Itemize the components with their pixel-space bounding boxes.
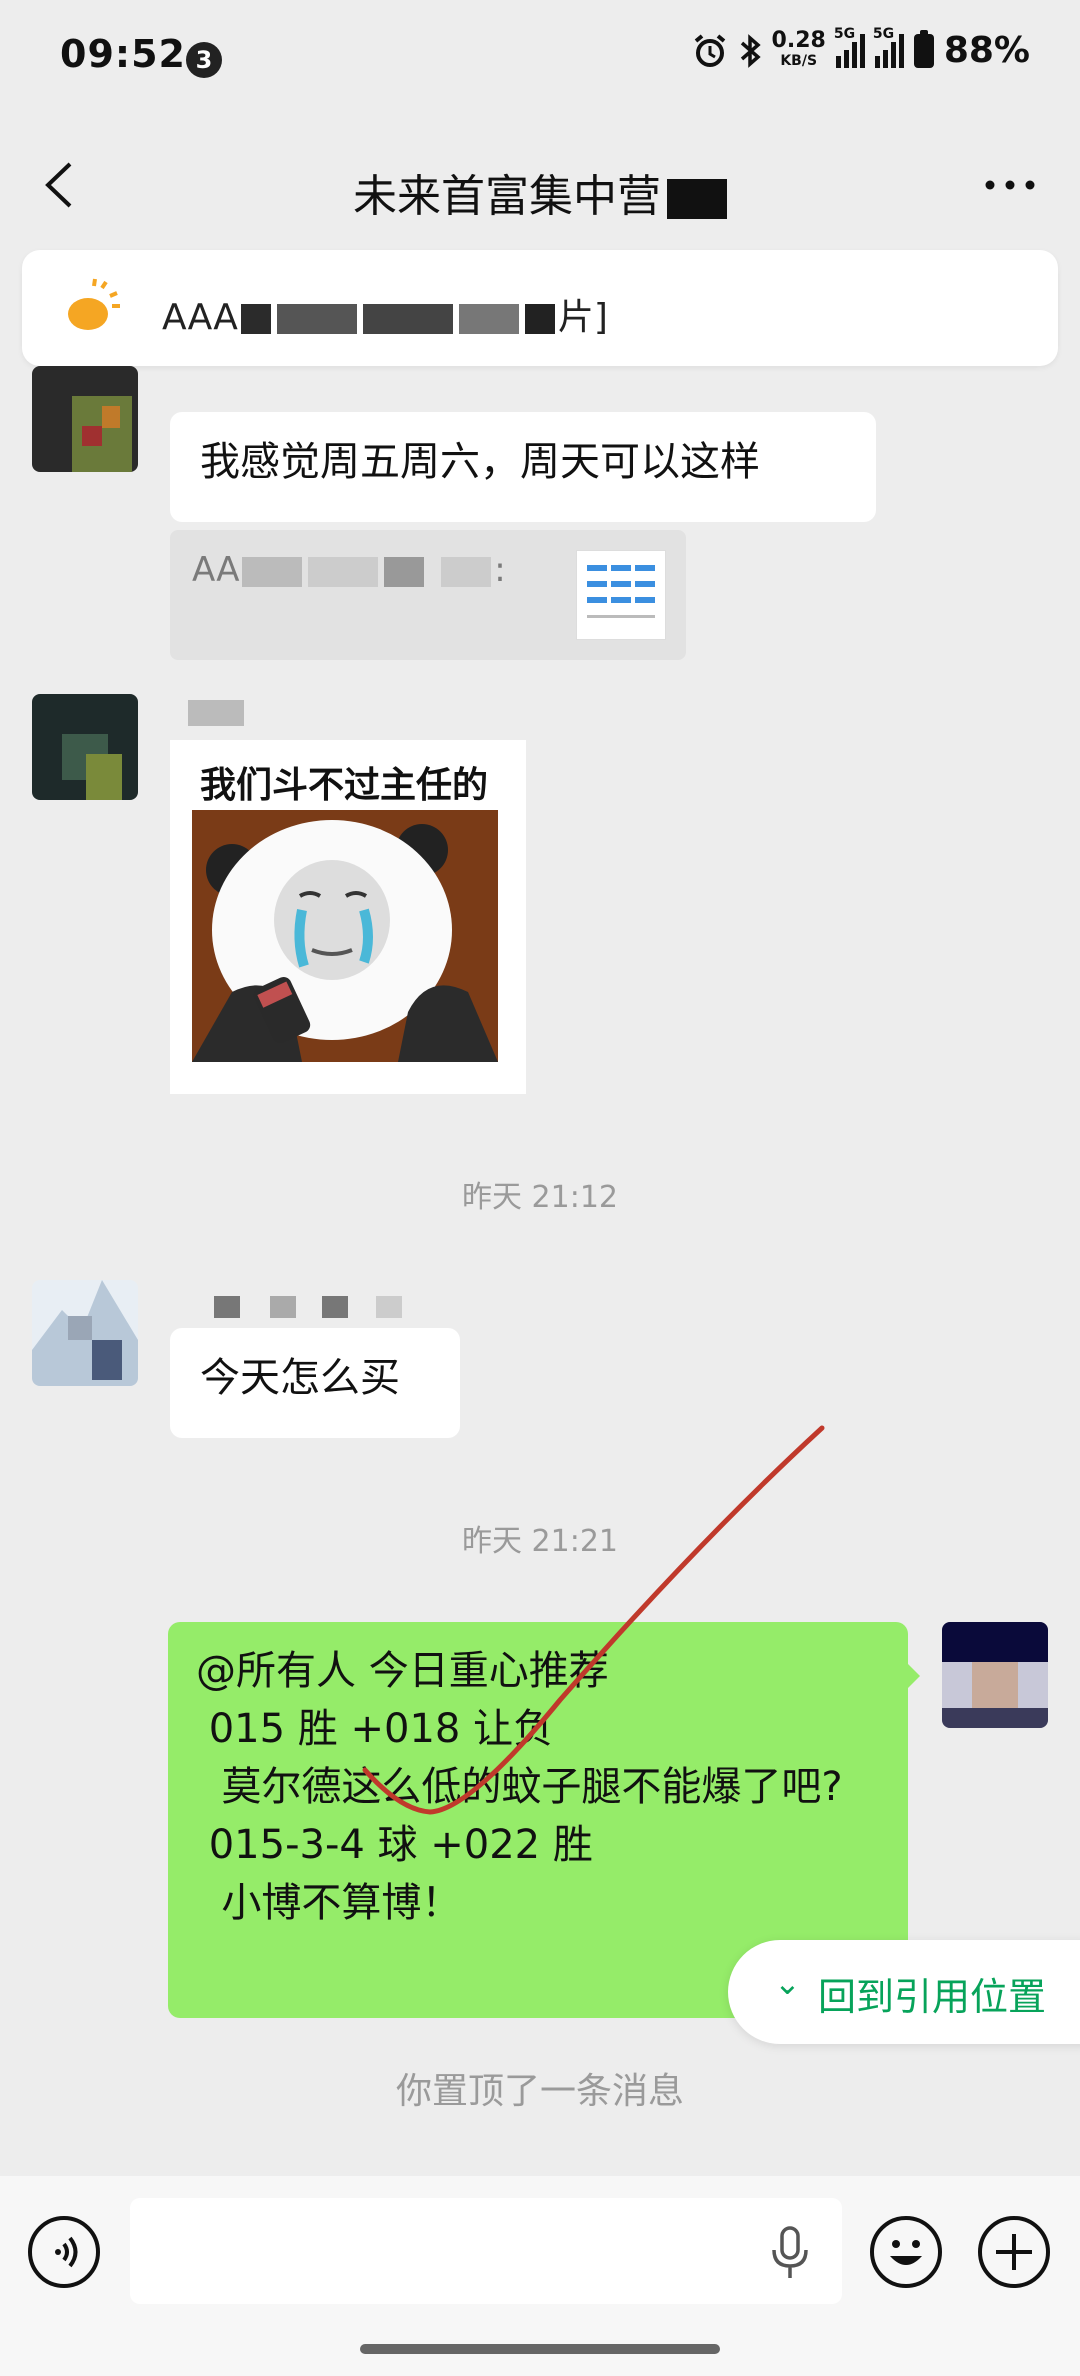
message-line: 015 胜 +018 让负 [196,1706,554,1752]
message-line: @所有人 今日重心推荐 [196,1648,609,1694]
avatar[interactable] [32,366,138,472]
timestamp: 昨天 21:21 [462,1524,618,1559]
sender-name-redacted [188,700,244,726]
avatar[interactable] [32,1280,138,1386]
signal-icon-2: 5G [873,26,904,68]
message-bubble[interactable]: 今天怎么买 [170,1328,460,1438]
pinned-message-text: AAA 片] [162,297,608,338]
notification-count-badge: 3 [186,42,222,78]
pinned-message-banner[interactable]: AAA 片] [22,250,1058,366]
battery-percent: 88% [943,30,1030,71]
quoted-text: AA : [192,550,506,590]
redacted-block [667,179,727,219]
home-indicator[interactable] [360,2344,720,2354]
quoted-message[interactable]: AA : [170,530,686,660]
message-line: 小博不算博！ [196,1880,462,1926]
sun-icon [68,278,120,330]
avatar[interactable] [942,1622,1048,1728]
plus-icon[interactable] [978,2216,1050,2288]
bluetooth-icon [740,33,761,68]
timestamp: 昨天 21:12 [462,1180,618,1215]
emoji-icon[interactable] [870,2216,942,2288]
bubble-tail [906,1662,920,1690]
sender-name-redacted [214,1296,434,1318]
panda-meme-image [192,810,498,1062]
message-bubble[interactable]: 我感觉周五周六，周天可以这样 [170,412,876,522]
back-to-quote-button[interactable]: ⌄ 回到引用位置 [728,1940,1080,2044]
alarm-icon [694,33,725,67]
status-time: 09:52 [60,32,186,76]
sticker-caption: 我们斗不过主任的 [200,765,489,806]
chevron-double-down-icon: ⌄ [774,1964,801,2002]
battery-icon [913,29,934,68]
message-line: 莫尔德这么低的蚊子腿不能爆了吧? [196,1764,843,1810]
voice-icon[interactable] [28,2216,100,2288]
chat-title: 未来首富集中营 [0,160,1080,224]
sticker-message[interactable]: 我们斗不过主任的 [170,740,526,1094]
chat-header: 未来首富集中营 [0,120,1080,250]
quoted-image-thumbnail [576,550,666,640]
message-input[interactable] [130,2198,842,2304]
network-speed: 0.28 KB/S [771,27,826,69]
status-bar: 09:52 3 0.28 KB/S 5G 5G 88% [0,0,1080,120]
message-line: 015-3-4 球 +022 胜 [196,1822,593,1868]
status-icons: 0.28 KB/S 5G 5G 88% [692,26,1030,71]
signal-icon: 5G [834,26,865,68]
system-notice: 你置顶了一条消息 [395,2071,684,2112]
more-icon[interactable] [980,165,1040,205]
input-toolbar [0,2176,1080,2376]
avatar[interactable] [32,694,138,800]
mic-icon[interactable] [770,2226,810,2280]
